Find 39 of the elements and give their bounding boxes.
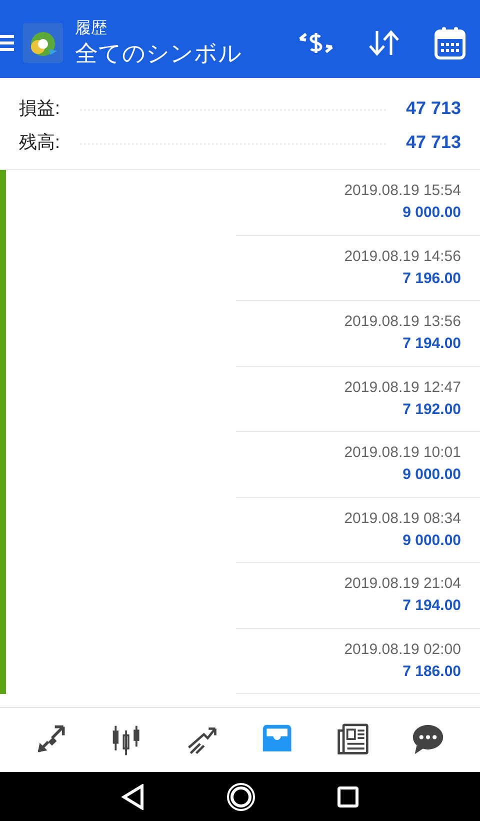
screen-title: 履歴 <box>75 18 108 39</box>
deal-time: 2019.08.19 14:56 <box>344 246 461 267</box>
deal-time: 2019.08.19 15:54 <box>344 181 461 202</box>
deal-row[interactable]: 2019.08.19 02:00 7 186.00 <box>0 628 480 694</box>
deal-time: 2019.08.19 10:01 <box>344 443 461 464</box>
home-icon[interactable] <box>226 782 256 812</box>
deal-row[interactable]: 2019.08.19 08:34 9 000.00 <box>0 498 480 563</box>
calendar-icon[interactable] <box>434 26 466 60</box>
deal-time: 2019.08.19 12:47 <box>344 378 461 398</box>
summary-value: 47 713 <box>406 96 461 120</box>
deal-amount: 7 196.00 <box>402 268 461 289</box>
back-icon[interactable] <box>120 784 145 810</box>
deal-amount: 9 000.00 <box>402 530 461 551</box>
summary-value: 47 713 <box>406 130 461 154</box>
deal-row[interactable]: 2019.08.19 14:56 7 196.00 <box>0 236 480 301</box>
deal-amount: 7 186.00 <box>402 662 461 682</box>
deal-row[interactable]: 2019.08.19 13:56 7 194.00 <box>0 301 480 366</box>
deal-amount: 7 194.00 <box>402 596 461 616</box>
deal-time: 2019.08.19 21:04 <box>344 574 461 594</box>
deal-amount: 9 000.00 <box>402 465 461 486</box>
chat-bubble-icon[interactable] <box>411 723 446 757</box>
deal-time: 2019.08.19 08:34 <box>344 508 461 529</box>
menu-icon[interactable] <box>0 34 14 52</box>
deal-row[interactable]: 2019.08.19 10:01 9 000.00 <box>0 432 480 498</box>
deal-amount: 9 000.00 <box>402 203 461 224</box>
app-logo-icon <box>23 23 63 63</box>
summary-label: 損益: <box>19 96 60 120</box>
symbol-filter[interactable]: 全てのシンボル <box>75 38 242 68</box>
deal-amount: 7 194.00 <box>402 334 461 354</box>
sort-icon[interactable] <box>368 29 400 57</box>
deal-time: 2019.08.19 02:00 <box>344 640 461 660</box>
deal-row[interactable]: 2019.08.19 12:47 7 192.00 <box>0 366 480 432</box>
deal-row[interactable]: 2019.08.19 21:04 7 194.00 <box>0 563 480 628</box>
newspaper-icon[interactable] <box>336 723 370 757</box>
recents-icon[interactable] <box>337 786 360 808</box>
deal-amount: 7 192.00 <box>402 400 461 420</box>
deal-row[interactable]: 2019.08.19 15:54 9 000.00 <box>0 170 480 236</box>
summary-label: 残高: <box>19 130 60 154</box>
deal-time: 2019.08.19 13:56 <box>344 312 461 332</box>
